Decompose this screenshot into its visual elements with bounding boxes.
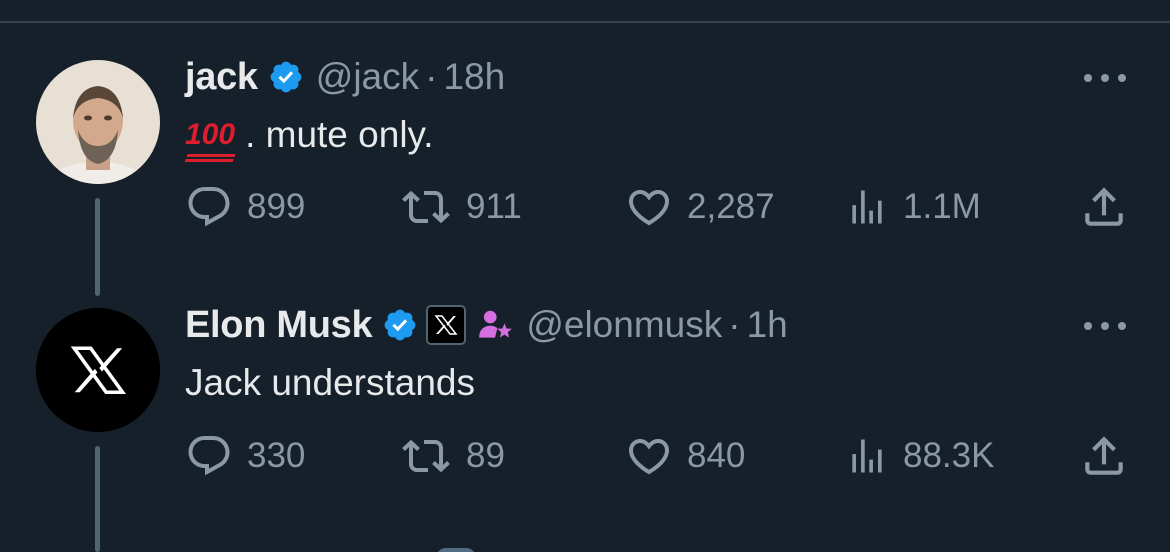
share-icon bbox=[1085, 187, 1123, 226]
more-dots-icon[interactable] bbox=[1084, 316, 1126, 336]
reply-count: 899 bbox=[247, 187, 306, 226]
share-button[interactable] bbox=[1079, 182, 1129, 232]
reply-button[interactable]: 330 bbox=[185, 431, 305, 481]
timestamp[interactable]: 1h bbox=[747, 304, 788, 346]
verified-check-icon[interactable] bbox=[382, 307, 418, 343]
retweet-button[interactable]: 911 bbox=[400, 182, 522, 232]
tweet-header: Elon Musk @elonmusk · 1h bbox=[185, 300, 788, 350]
tweet-actions: 330 89 840 88.3K bbox=[185, 431, 1130, 481]
tweet-header: jack @jack · 18h bbox=[185, 52, 505, 102]
x-logo-badge-icon[interactable] bbox=[426, 305, 467, 345]
person-star-icon[interactable] bbox=[476, 306, 514, 344]
like-button[interactable]: 2,287 bbox=[625, 182, 775, 232]
thread-line bbox=[95, 198, 100, 296]
tweet-text: 100 . mute only. bbox=[185, 110, 434, 160]
verified-check-icon[interactable] bbox=[268, 59, 304, 95]
views-button[interactable]: 88.3K bbox=[845, 431, 994, 481]
tweet-text: Jack understands bbox=[185, 358, 475, 408]
views-chart-icon bbox=[852, 190, 882, 224]
reply-icon bbox=[188, 436, 230, 476]
display-name[interactable]: Elon Musk bbox=[185, 304, 373, 347]
person-photo-avatar-icon bbox=[36, 60, 160, 184]
like-button[interactable]: 840 bbox=[625, 431, 745, 481]
heart-icon bbox=[628, 190, 670, 226]
views-chart-icon bbox=[852, 439, 882, 473]
x-logo-avatar-icon bbox=[36, 308, 160, 432]
next-tweet-avatar-peek bbox=[436, 548, 476, 552]
handle[interactable]: @jack bbox=[316, 56, 419, 98]
retweet-count: 911 bbox=[466, 187, 522, 226]
separator-dot: · bbox=[425, 56, 438, 97]
tweet-body: Jack understands bbox=[185, 362, 476, 403]
views-count: 1.1M bbox=[903, 187, 981, 226]
views-button[interactable]: 1.1M bbox=[845, 182, 981, 232]
more-dots-icon[interactable] bbox=[1084, 68, 1126, 88]
display-name[interactable]: jack bbox=[185, 56, 258, 99]
timestamp[interactable]: 18h bbox=[443, 56, 505, 98]
hundred-points-emoji-icon: 100 bbox=[185, 118, 236, 151]
reply-button[interactable]: 899 bbox=[185, 182, 305, 232]
like-count: 840 bbox=[687, 436, 746, 475]
heart-icon bbox=[628, 439, 670, 475]
tweet-body: . mute only. bbox=[245, 114, 434, 155]
reply-count: 330 bbox=[247, 436, 306, 475]
handle[interactable]: @elonmusk bbox=[526, 304, 722, 346]
avatar-jack[interactable] bbox=[36, 60, 160, 184]
share-icon bbox=[1085, 436, 1123, 475]
avatar-elonmusk[interactable] bbox=[36, 308, 160, 432]
like-count: 2,287 bbox=[687, 187, 775, 226]
share-button[interactable] bbox=[1079, 431, 1129, 481]
separator-dot: · bbox=[728, 304, 741, 345]
tweet-jack[interactable]: jack @jack · 18h 100 . mute only. 899 91… bbox=[0, 0, 1170, 300]
tweet-elonmusk[interactable]: Elon Musk @elonmusk · 1h Jack understand… bbox=[0, 300, 1170, 552]
retweet-button[interactable]: 89 bbox=[400, 431, 505, 481]
retweet-icon bbox=[402, 190, 450, 224]
retweet-icon bbox=[402, 439, 450, 473]
reply-icon bbox=[188, 187, 230, 227]
thread-line bbox=[95, 446, 100, 552]
views-count: 88.3K bbox=[903, 436, 995, 475]
retweet-count: 89 bbox=[466, 436, 505, 475]
tweet-actions: 899 911 2,287 1.1M bbox=[185, 182, 1130, 232]
